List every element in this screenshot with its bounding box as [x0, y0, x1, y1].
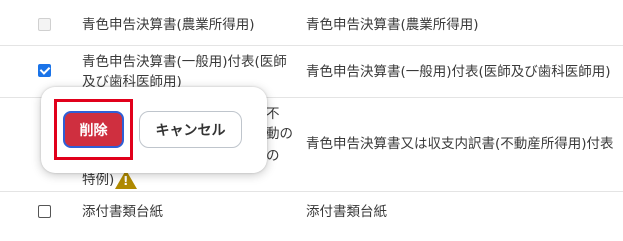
- cancel-button[interactable]: キャンセル: [139, 111, 242, 148]
- document-title-cell: 青色申告決算書又は収支内訳書(不動産所得用)付表: [306, 136, 614, 152]
- table-row: 添付書類台紙 添付書類台紙: [0, 192, 623, 232]
- row-checkbox[interactable]: [38, 205, 51, 218]
- document-name-fragment: 不: [266, 106, 280, 122]
- document-name-cell: 青色申告決算書(一般用)付表(医師及び歯科医師用): [82, 54, 287, 90]
- row-checkbox[interactable]: [38, 64, 51, 77]
- document-title-cell: 添付書類台紙: [306, 204, 387, 220]
- delete-button[interactable]: 削除: [63, 111, 124, 148]
- table-row: 青色申告決算書(農業所得用) 青色申告決算書(農業所得用): [0, 0, 623, 46]
- document-name-cell: 添付書類台紙: [82, 204, 163, 220]
- document-name-fragment: 特例): [82, 172, 115, 188]
- document-title-cell: 青色申告決算書(農業所得用): [306, 17, 479, 33]
- document-title-cell: 青色申告決算書(一般用)付表(医師及び歯科医師用): [306, 64, 611, 80]
- document-name-fragment: 動の: [266, 126, 293, 142]
- document-name-cell: 青色申告決算書(農業所得用): [82, 17, 255, 33]
- document-name-fragment: の: [266, 148, 280, 164]
- row-checkbox: [38, 18, 51, 31]
